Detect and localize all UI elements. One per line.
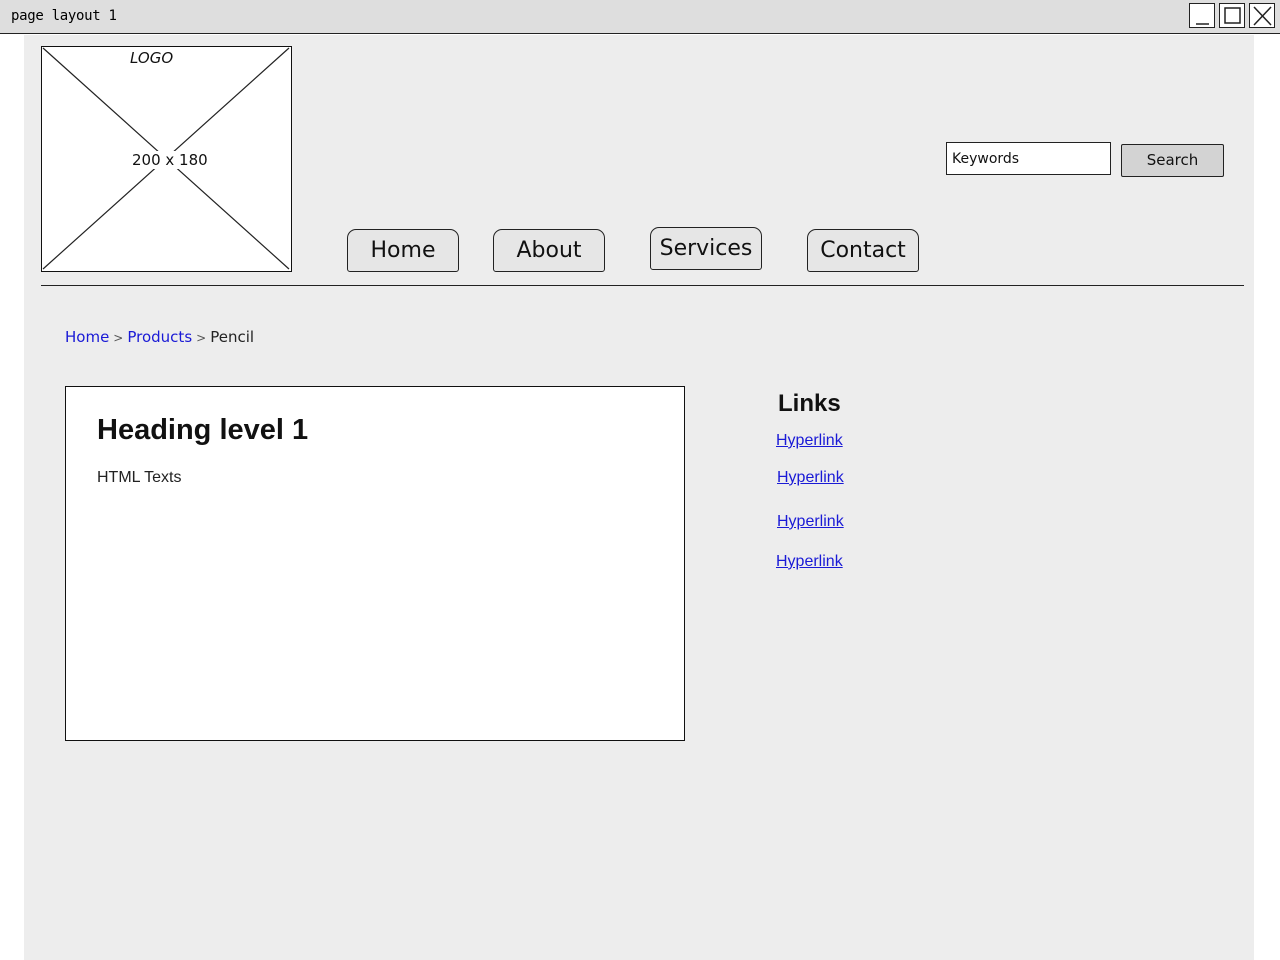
breadcrumb-current: Pencil — [210, 328, 255, 346]
logo-label: LOGO — [128, 49, 176, 67]
window-title: page layout 1 — [11, 8, 117, 24]
main-content-panel: Heading level 1 HTML Texts — [65, 386, 685, 741]
nav-tab-about[interactable]: About — [493, 229, 605, 272]
logo-placeholder: LOGO 200 x 180 — [41, 46, 292, 272]
nav-tab-services[interactable]: Services — [650, 227, 762, 270]
header-divider — [41, 285, 1244, 286]
breadcrumb-products-link[interactable]: Products — [127, 328, 192, 346]
maximize-button[interactable] — [1219, 3, 1245, 28]
window-title-bar: page layout 1 — [0, 0, 1280, 34]
close-button[interactable] — [1249, 3, 1275, 28]
breadcrumb-separator: > — [196, 331, 207, 345]
nav-tab-contact[interactable]: Contact — [807, 229, 919, 272]
sidebar-hyperlink-4[interactable]: Hyperlink — [776, 553, 843, 571]
links-heading: Links — [778, 390, 841, 417]
close-icon — [1253, 6, 1272, 26]
logo-dimensions: 200 x 180 — [130, 151, 210, 169]
breadcrumb-separator: > — [113, 331, 124, 345]
breadcrumb-home-link[interactable]: Home — [65, 328, 109, 346]
maximize-icon — [1224, 7, 1241, 24]
search-button[interactable]: Search — [1121, 144, 1224, 177]
sidebar-hyperlink-3[interactable]: Hyperlink — [777, 513, 844, 531]
content-heading: Heading level 1 — [97, 414, 309, 446]
nav-tab-home[interactable]: Home — [347, 229, 459, 272]
search-input[interactable] — [946, 142, 1111, 175]
sidebar-hyperlink-1[interactable]: Hyperlink — [776, 432, 843, 450]
breadcrumb: Home > Products > Pencil — [65, 328, 254, 346]
minimize-button[interactable] — [1189, 3, 1215, 28]
sidebar-hyperlink-2[interactable]: Hyperlink — [777, 469, 844, 487]
content-text: HTML Texts — [97, 469, 182, 486]
minimize-icon — [1196, 23, 1209, 25]
